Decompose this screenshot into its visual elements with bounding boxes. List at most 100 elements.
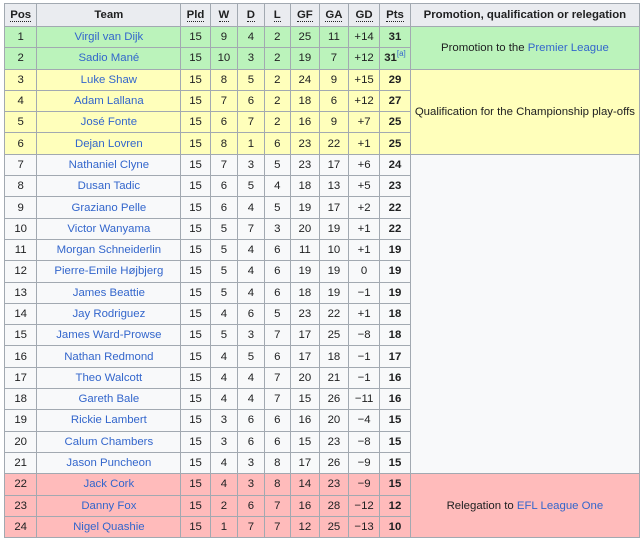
pld-cell: 15: [180, 47, 211, 70]
position-cell: 7: [3, 153, 38, 177]
team-cell: Gareth Bale: [36, 388, 182, 411]
gd-cell: −1: [347, 366, 381, 390]
team-link[interactable]: Theo Walcott: [76, 372, 143, 384]
pld-cell: 15: [180, 281, 211, 304]
team-link[interactable]: Pierre-Emile Højbjerg: [54, 265, 163, 277]
premier-league-link[interactable]: Premier League: [528, 42, 609, 54]
ga-cell: 7: [318, 47, 349, 70]
gf-cell: 18: [289, 89, 320, 113]
d-cell: 4: [237, 366, 265, 390]
team-link[interactable]: Calum Chambers: [65, 436, 154, 448]
points-value: 19: [388, 244, 402, 257]
header-pld[interactable]: Pld: [180, 3, 211, 27]
gf-cell: 18: [289, 175, 320, 198]
header-pts[interactable]: Pts: [379, 3, 411, 27]
pts-cell: 27: [379, 89, 411, 113]
efl-league-one-link[interactable]: EFL League One: [517, 500, 603, 512]
gf-cell: 14: [289, 473, 320, 496]
gd-cell: −9: [347, 451, 381, 475]
team-link[interactable]: Sadio Mané: [78, 52, 139, 64]
relegation-note: Relegation to EFL League One: [409, 473, 640, 539]
d-cell: 3: [237, 47, 265, 70]
header-ga-abbr[interactable]: GA: [325, 9, 343, 22]
footnote-link[interactable]: [a]: [397, 50, 406, 59]
header-gd-abbr[interactable]: GD: [355, 9, 373, 22]
ga-cell: 21: [318, 366, 349, 390]
l-cell: 2: [263, 68, 291, 91]
team-link[interactable]: Jack Cork: [84, 478, 135, 490]
team-link[interactable]: Jay Rodriguez: [72, 308, 145, 320]
pts-cell: 31[a]: [379, 47, 411, 70]
gf-cell: 17: [289, 451, 320, 475]
promotion-note: Promotion to the Premier League: [409, 26, 640, 70]
gd-cell: −12: [347, 494, 381, 517]
w-cell: 5: [209, 217, 239, 240]
header-d[interactable]: D: [237, 3, 265, 27]
header-gf-abbr[interactable]: GF: [296, 9, 313, 22]
footnote-ref[interactable]: [a]: [397, 50, 406, 59]
header-w[interactable]: W: [209, 3, 239, 27]
l-cell: 7: [263, 388, 291, 411]
header-d-abbr[interactable]: D: [246, 9, 256, 22]
team-link[interactable]: Morgan Schneiderlin: [57, 244, 161, 256]
team-link[interactable]: Danny Fox: [81, 500, 136, 512]
header-pts-abbr[interactable]: Pts: [386, 9, 404, 22]
pts-cell: 25: [379, 111, 411, 134]
header-l[interactable]: L: [263, 3, 291, 27]
points-value: 24: [388, 158, 402, 171]
team-link[interactable]: Nathaniel Clyne: [69, 159, 149, 171]
team-cell: Adam Lallana: [36, 89, 182, 113]
header-gf[interactable]: GF: [289, 3, 320, 27]
l-cell: 6: [263, 238, 291, 262]
header-pos[interactable]: Pos: [3, 3, 38, 27]
header-gd[interactable]: GD: [347, 3, 381, 27]
d-cell: 7: [237, 515, 265, 539]
team-link[interactable]: Jason Puncheon: [66, 457, 151, 469]
header-w-abbr[interactable]: W: [218, 9, 230, 22]
team-cell: Luke Shaw: [36, 68, 182, 91]
header-pld-abbr[interactable]: Pld: [186, 9, 205, 22]
l-cell: 6: [263, 281, 291, 304]
pld-cell: 15: [180, 388, 211, 411]
header-ga[interactable]: GA: [318, 3, 349, 27]
ga-cell: 26: [318, 388, 349, 411]
team-link[interactable]: Dejan Lovren: [75, 138, 143, 150]
team-link[interactable]: Victor Wanyama: [67, 223, 150, 235]
points-value: 18: [388, 329, 402, 342]
team-link[interactable]: Luke Shaw: [81, 74, 137, 86]
team-link[interactable]: James Ward-Prowse: [56, 329, 161, 341]
w-cell: 2: [209, 494, 239, 517]
team-cell: Morgan Schneiderlin: [36, 238, 182, 262]
points-value: 22: [388, 222, 402, 235]
pld-cell: 15: [180, 451, 211, 475]
w-cell: 6: [209, 196, 239, 219]
table-row: 22 Jack Cork 15 4 3 8 14 23 −9 15 Relegation to EF…: [3, 473, 640, 539]
w-cell: 8: [209, 132, 239, 155]
team-link[interactable]: Gareth Bale: [78, 393, 139, 405]
team-cell: Nigel Quashie: [36, 515, 182, 539]
team-link[interactable]: José Fonte: [81, 116, 137, 128]
header-l-abbr[interactable]: L: [273, 9, 281, 22]
ga-cell: 26: [318, 451, 349, 475]
position-cell: 14: [3, 302, 38, 326]
header-pos-abbr[interactable]: Pos: [10, 9, 32, 22]
w-cell: 4: [209, 366, 239, 390]
points-value: 25: [388, 137, 402, 150]
points-value: 18: [388, 308, 402, 320]
team-link[interactable]: Virgil van Dijk: [74, 31, 143, 43]
team-link[interactable]: Rickie Lambert: [71, 414, 147, 426]
pts-cell: 24: [379, 153, 411, 177]
pts-cell: 19: [379, 260, 411, 283]
no-change-note: [409, 153, 640, 475]
gf-cell: 20: [289, 366, 320, 390]
team-link[interactable]: Adam Lallana: [74, 95, 144, 107]
team-link[interactable]: Dusan Tadic: [78, 180, 140, 192]
team-link[interactable]: Nigel Quashie: [73, 521, 145, 533]
pts-cell: 18: [379, 302, 411, 326]
team-cell: Jason Puncheon: [36, 451, 182, 475]
d-cell: 6: [237, 430, 265, 453]
ga-cell: 9: [318, 111, 349, 134]
team-link[interactable]: Nathan Redmond: [64, 351, 153, 363]
team-link[interactable]: James Beattie: [73, 287, 145, 299]
team-link[interactable]: Graziano Pelle: [72, 202, 147, 214]
